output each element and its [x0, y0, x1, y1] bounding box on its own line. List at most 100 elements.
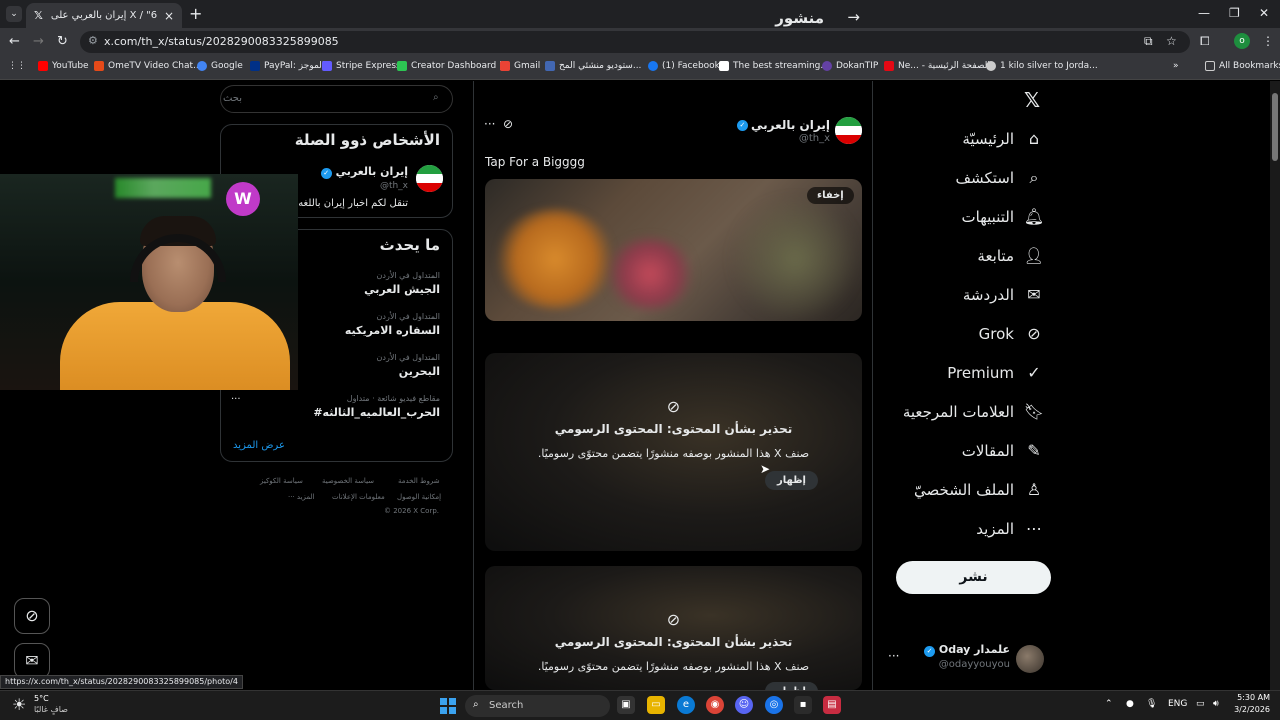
- search-input[interactable]: بحث ⌕: [220, 85, 453, 113]
- start-button[interactable]: [440, 698, 456, 714]
- nav-chat[interactable]: ✉ الدردشة: [963, 285, 1044, 304]
- bookmark-ometv[interactable]: OmeTV Video Chat...: [94, 61, 202, 71]
- extensions-icon[interactable]: ⧠: [1200, 34, 1210, 49]
- nav-profile[interactable]: ♙ الملف الشخصيّ: [914, 480, 1044, 499]
- forward-icon[interactable]: →: [33, 34, 44, 49]
- language-indicator[interactable]: ENG: [1168, 699, 1187, 709]
- messages-float-button[interactable]: ✉: [14, 643, 50, 679]
- bookmark-youtube[interactable]: YouTube: [38, 61, 89, 71]
- nav-follow[interactable]: 👤︎ متابعة: [977, 246, 1044, 265]
- grok-icon[interactable]: ⊘: [503, 117, 513, 131]
- account-switcher[interactable]: ✓ Oday علمدار @odayyouyou ···: [888, 641, 1046, 677]
- show-button[interactable]: إظهار: [765, 682, 818, 690]
- menu-icon[interactable]: ⋮: [1262, 34, 1274, 48]
- grok-float-button[interactable]: ⊘: [14, 598, 50, 634]
- network-icon[interactable]: ▭: [1196, 699, 1205, 709]
- discord-icon[interactable]: ☺: [735, 696, 753, 714]
- show-button[interactable]: إظهار: [765, 471, 818, 490]
- restore-icon[interactable]: ❐: [1229, 6, 1240, 20]
- back-arrow-icon[interactable]: →: [847, 8, 860, 26]
- tray-icon[interactable]: ●: [1126, 699, 1134, 709]
- scroll-thumb[interactable]: [1272, 93, 1278, 161]
- chevron-up-icon[interactable]: ⌃: [1105, 699, 1113, 709]
- author-name[interactable]: ✓ إيران بالعربي: [736, 118, 830, 132]
- mic-icon[interactable]: 🎙︎: [1146, 699, 1157, 709]
- task-view-icon[interactable]: ▣: [617, 696, 635, 714]
- chevron-right-icon[interactable]: »: [1173, 61, 1179, 71]
- bookmark-facebook[interactable]: (1) Facebook: [648, 61, 720, 71]
- minimize-icon[interactable]: —: [1198, 6, 1210, 20]
- author-handle[interactable]: @th_x: [799, 133, 830, 144]
- footer-link[interactable]: إمكانية الوصول: [397, 493, 441, 501]
- app-icon[interactable]: ▪: [794, 696, 812, 714]
- weather-icon[interactable]: ☀: [12, 695, 26, 714]
- url-text: x.com/th_x/status/2028290083325899085: [104, 35, 339, 48]
- bookmark-dokantip[interactable]: DokanTIP: [822, 61, 878, 71]
- close-icon[interactable]: ×: [164, 9, 174, 23]
- nav-notifications[interactable]: 🔔︎ التنبيهات: [962, 207, 1044, 226]
- scrollbar[interactable]: [1270, 81, 1280, 690]
- cast-icon[interactable]: ⧉: [1144, 34, 1153, 49]
- bookmark-silver[interactable]: 1 kilo silver to Jorda...: [986, 61, 1098, 71]
- site-info-icon[interactable]: ⚙: [88, 34, 98, 47]
- post-button[interactable]: نشر: [896, 561, 1051, 594]
- reload-icon[interactable]: ↻: [57, 34, 68, 49]
- nav-grok[interactable]: ⊘ Grok: [979, 324, 1044, 343]
- close-window-icon[interactable]: ✕: [1259, 6, 1269, 20]
- volume-icon[interactable]: 🔊︎: [1213, 699, 1219, 709]
- divider: [473, 81, 474, 690]
- avatar[interactable]: [416, 165, 443, 192]
- footer-link[interactable]: شروط الخدمة: [398, 477, 440, 485]
- trend-item[interactable]: #الحرب_العالميه_الثالثه: [313, 406, 440, 419]
- footer-link[interactable]: سياسة الخصوصية: [322, 477, 374, 485]
- clock-time[interactable]: 5:30 AM: [1236, 693, 1270, 702]
- weather-condition: صافٍ غالبًا: [34, 705, 68, 714]
- post-image-blurred[interactable]: [485, 179, 862, 321]
- nav-bookmarks[interactable]: 🔖︎ العلامات المرجعية: [903, 402, 1044, 421]
- bookmark-gmail[interactable]: Gmail: [500, 61, 540, 71]
- footer-link[interactable]: معلومات الإعلانات: [332, 493, 385, 501]
- nav-home[interactable]: ⌂ الرئيسيّة: [962, 129, 1044, 148]
- bookmark-streaming[interactable]: The best streaming...: [719, 61, 829, 71]
- trend-item[interactable]: الجيش العربي: [364, 283, 440, 296]
- back-icon[interactable]: ←: [9, 34, 20, 49]
- hide-button[interactable]: إخفاء: [807, 187, 854, 204]
- app-icon[interactable]: ▤: [823, 696, 841, 714]
- more-icon[interactable]: ···: [888, 649, 899, 663]
- footer-link[interactable]: ··· المزيد: [288, 493, 315, 501]
- app-icon[interactable]: ◎: [765, 696, 783, 714]
- x-home-logo-icon[interactable]: 𝕏: [1024, 88, 1040, 112]
- bookmark-studio[interactable]: ستوديو منشئي المح...: [545, 61, 641, 71]
- profile-avatar[interactable]: o: [1234, 33, 1250, 49]
- tab-search-icon[interactable]: ⌄: [6, 6, 22, 22]
- new-tab-button[interactable]: +: [189, 4, 202, 23]
- more-icon[interactable]: ···: [484, 117, 495, 131]
- clock-date[interactable]: 3/2/2026: [1226, 705, 1270, 714]
- apps-icon[interactable]: ⋮⋮: [8, 61, 26, 71]
- bookmark-stripe[interactable]: Stripe Express: [322, 61, 401, 71]
- trend-item[interactable]: السفاره الامريكيه: [345, 324, 440, 337]
- bookmark-paypal[interactable]: PayPal: الموجز: [250, 61, 324, 71]
- taskbar-search[interactable]: ⌕ Search: [465, 695, 610, 717]
- bookmark-google[interactable]: Google: [197, 61, 243, 71]
- edge-icon[interactable]: e: [677, 696, 695, 714]
- tab-active[interactable]: 𝕏 إيران بالعربي على X / "6ia27FLu ×: [26, 3, 182, 28]
- nav-more[interactable]: ⋯ المزيد: [976, 519, 1044, 538]
- person-name[interactable]: ✓ إيران بالعربي: [320, 165, 408, 179]
- nav-premium[interactable]: ✓ Premium: [947, 363, 1044, 382]
- address-bar[interactable]: ⚙ x.com/th_x/status/2028290083325899085: [80, 31, 1190, 53]
- nav-articles[interactable]: ✎ المقالات: [962, 441, 1044, 460]
- chrome-icon[interactable]: ◉: [706, 696, 724, 714]
- footer-link[interactable]: سياسة الكوكيز: [260, 477, 303, 485]
- all-bookmarks[interactable]: All Bookmarks: [1205, 61, 1280, 71]
- nav-explore[interactable]: ⌕ استكشف: [956, 168, 1044, 188]
- file-explorer-icon[interactable]: ▭: [647, 696, 665, 714]
- post-text: Tap For a Bigggg: [485, 155, 585, 169]
- bookmark-netflix[interactable]: Ne... - الصفحة الرئيسية: [884, 61, 990, 71]
- bookmark-creator[interactable]: Creator Dashboard |...: [397, 61, 511, 71]
- author-avatar[interactable]: [835, 117, 862, 144]
- show-more-link[interactable]: عرض المزيد: [233, 440, 285, 451]
- more-icon[interactable]: ···: [231, 394, 241, 405]
- star-icon[interactable]: ☆: [1166, 34, 1177, 48]
- trend-item[interactable]: البحرين: [399, 365, 440, 378]
